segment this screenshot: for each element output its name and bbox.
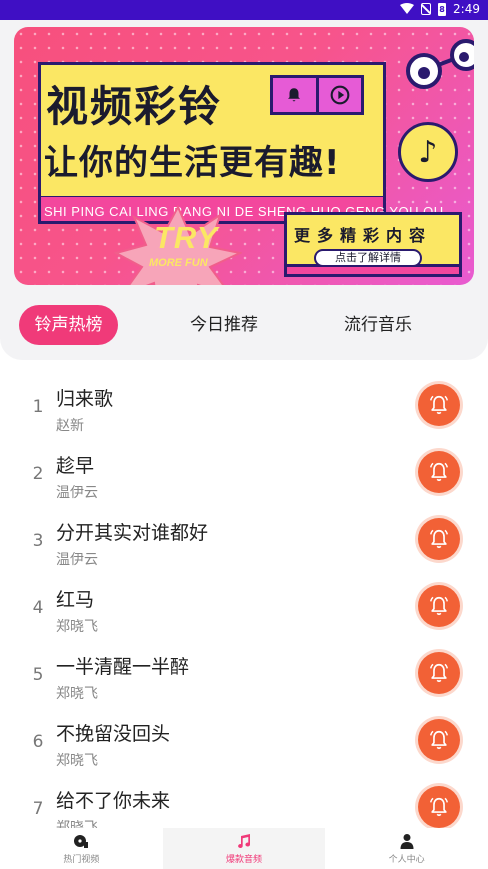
- rank-number: 6: [32, 732, 44, 752]
- tab-pop-music[interactable]: 流行音乐: [326, 305, 430, 345]
- music-note-badge-icon: ♪: [398, 122, 458, 182]
- rank-number: 5: [32, 665, 44, 685]
- bell-icon: [430, 395, 448, 415]
- try-text: TRY: [154, 220, 219, 255]
- song-title: 归来歌: [56, 388, 114, 410]
- bell-icon: [430, 730, 448, 750]
- tab-hot-ringtones[interactable]: 铃声热榜: [19, 305, 118, 345]
- list-item[interactable]: 1 归来歌 赵新: [0, 370, 488, 436]
- list-item[interactable]: 4 红马 郑晓飞: [0, 571, 488, 637]
- song-artist: 温伊云: [56, 485, 98, 501]
- bell-icon: [273, 78, 319, 112]
- song-title: 一半清醒一半醉: [56, 656, 190, 678]
- song-title: 趁早: [56, 455, 95, 477]
- song-title: 不挽留没回头: [56, 723, 171, 745]
- nav-hot-videos[interactable]: 热门视频: [0, 828, 163, 869]
- set-ringtone-button[interactable]: [418, 585, 460, 627]
- set-ringtone-button[interactable]: [418, 719, 460, 761]
- bell-icon: [430, 663, 448, 683]
- banner-player-widget: [270, 75, 364, 115]
- nav-profile[interactable]: 个人中心: [325, 828, 488, 869]
- promo-banner[interactable]: 视频彩铃 让你的生活更有趣! SHI PING CAI LING RANG NI…: [14, 27, 474, 285]
- wifi-icon: [400, 3, 415, 14]
- set-ringtone-button[interactable]: [418, 384, 460, 426]
- list-item[interactable]: 5 一半清醒一半醉 郑晓飞: [0, 638, 488, 704]
- video-disc-icon: [73, 832, 89, 850]
- bottom-nav: 热门视频 爆款音频 个人中心: [0, 828, 488, 869]
- list-item[interactable]: 3 分开其实对谁都好 温伊云: [0, 504, 488, 570]
- song-artist: 郑晓飞: [56, 686, 98, 702]
- set-ringtone-button[interactable]: [418, 652, 460, 694]
- glasses-icon: [406, 39, 474, 89]
- list-item[interactable]: 2 趁早 温伊云: [0, 437, 488, 503]
- song-artist: 赵新: [56, 418, 84, 434]
- nav-hit-audio[interactable]: 爆款音频: [162, 828, 326, 869]
- set-ringtone-button[interactable]: [418, 518, 460, 560]
- song-artist: 郑晓飞: [56, 753, 98, 769]
- bell-icon: [430, 462, 448, 482]
- bell-icon: [430, 797, 448, 817]
- song-title: 红马: [56, 589, 95, 611]
- status-icons: 8 2:49: [400, 2, 480, 16]
- set-ringtone-button[interactable]: [418, 451, 460, 493]
- music-note-icon: [236, 832, 252, 850]
- more-fun-text: MORE FUN: [149, 257, 208, 269]
- play-icon: [319, 78, 362, 112]
- song-artist: 郑晓飞: [56, 619, 98, 635]
- rank-number: 4: [32, 598, 44, 618]
- bell-icon: [430, 596, 448, 616]
- rank-number: 7: [32, 799, 44, 819]
- bell-icon: [430, 529, 448, 549]
- set-ringtone-button[interactable]: [418, 786, 460, 828]
- nav-label: 个人中心: [388, 855, 425, 865]
- more-content-box-base: [284, 267, 462, 277]
- details-button[interactable]: 点击了解详情: [314, 249, 422, 267]
- nav-label: 爆款音频: [226, 855, 263, 865]
- more-content-title: 更多精彩内容: [294, 226, 433, 245]
- rank-number: 2: [32, 464, 44, 484]
- banner-headline-1: 视频彩铃: [46, 82, 223, 131]
- banner-headline-2: 让你的生活更有趣!: [44, 143, 341, 183]
- top-card: 视频彩铃 让你的生活更有趣! SHI PING CAI LING RANG NI…: [0, 20, 488, 360]
- tab-today-recommend[interactable]: 今日推荐: [172, 305, 276, 345]
- no-sim-icon: [421, 3, 432, 15]
- list-item[interactable]: 6 不挽留没回头 郑晓飞: [0, 705, 488, 771]
- category-tabs: 铃声热榜 今日推荐 流行音乐: [0, 305, 488, 347]
- song-artist: 温伊云: [56, 552, 98, 568]
- battery-icon: 8: [438, 2, 447, 16]
- rank-number: 1: [32, 397, 44, 417]
- nav-label: 热门视频: [63, 855, 100, 865]
- song-title: 分开其实对谁都好: [56, 522, 209, 544]
- rank-number: 3: [32, 531, 44, 551]
- person-icon: [399, 832, 415, 850]
- status-time: 2:49: [453, 2, 480, 16]
- status-bar: 8 2:49: [0, 0, 488, 20]
- song-title: 给不了你未来: [56, 790, 171, 812]
